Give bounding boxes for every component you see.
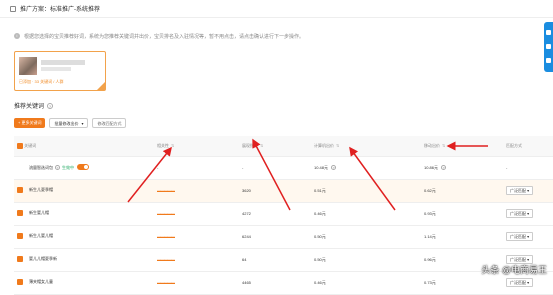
product-card-subtitle: 已添加 · 33 关键词 / 人群 — [19, 79, 63, 85]
smart-package-row: 流量智选词包?生效中 - - 10.48元 ? 10.86元 ? - — [14, 156, 553, 179]
index-cell: 6244 — [239, 225, 311, 248]
mobile-bid-cell[interactable]: 0.93元 — [421, 202, 503, 225]
document-icon — [10, 6, 16, 12]
status-text: 生效中 — [62, 165, 74, 170]
col-pc-bid[interactable]: 计算机出价⇅ — [311, 136, 421, 156]
pc-bid-cell[interactable]: 0.46元 — [311, 202, 421, 225]
product-card[interactable]: 已添加 · 33 关键词 / 人群 — [14, 51, 106, 91]
product-name-blurred — [41, 60, 85, 65]
table-row[interactable]: 新生儿夏季帽 ▬▬▬▬▬ 3620 0.51元 0.62元 广泛匹配 ▾ — [14, 179, 553, 202]
bulk-bid-select-value: 批量修改出价 — [54, 119, 78, 127]
row-checkbox[interactable] — [17, 210, 23, 216]
keyword-text: 新生儿婴儿帽 — [29, 234, 53, 239]
keyword-text: 婴儿儿帽夏季新 — [29, 257, 57, 262]
relevance-stars: ▬▬▬▬▬ — [157, 257, 175, 262]
index-cell: - — [239, 156, 311, 179]
mobile-bid-cell[interactable]: 1.14元 — [421, 225, 503, 248]
sort-icon[interactable]: ⇅ — [442, 143, 445, 148]
col-keyword[interactable]: 关键词 — [14, 136, 154, 156]
index-cell: 3620 — [239, 179, 311, 202]
col-relevance[interactable]: 相关性⇅ — [154, 136, 239, 156]
keyword-text: 薄夹帽女儿童 — [29, 280, 53, 285]
row-checkbox[interactable] — [17, 256, 23, 262]
match-cell: - — [503, 156, 553, 179]
table-row[interactable]: 婴儿儿帽夏季新 ▬▬▬▬▬ 64 0.50元 0.96元 广泛匹配 ▾ — [14, 248, 553, 271]
relevance-stars: ▬▬▬▬▬ — [157, 211, 175, 216]
sort-icon[interactable]: ⇅ — [171, 143, 174, 148]
keyword-text: 新生儿夏季帽 — [29, 188, 53, 193]
smart-package-toggle[interactable] — [77, 164, 89, 170]
relevance-stars: ▬▬▬▬▬ — [157, 234, 175, 239]
pc-bid-cell[interactable]: 0.50元 — [311, 225, 421, 248]
index-cell: 64 — [239, 248, 311, 271]
row-checkbox[interactable] — [17, 233, 23, 239]
pc-bid-cell[interactable]: 0.51元 — [311, 179, 421, 202]
question-icon[interactable]: ? — [55, 165, 60, 170]
side-float-button[interactable] — [544, 22, 553, 72]
mobile-bid-value[interactable]: 10.86元 — [424, 165, 438, 170]
product-thumbnail — [19, 57, 37, 75]
notice-bar: i 根据您选择的宝贝推荐好词，系统为您推荐关键词并出价，宝贝排名及入驻情况等，暂… — [14, 30, 534, 42]
table-row[interactable]: 新生儿婴儿帽 ▬▬▬▬▬ 6244 0.50元 1.14元 广泛匹配 ▾ — [14, 225, 553, 248]
col-mobile-bid[interactable]: 移动出价⇅ — [421, 136, 503, 156]
section-header: 推荐关键词 ? — [14, 101, 53, 110]
info-icon: i — [14, 33, 20, 39]
chevron-down-icon: ▾ — [81, 119, 83, 127]
pc-bid-value[interactable]: 10.48元 — [314, 165, 328, 170]
select-all-checkbox[interactable] — [17, 143, 23, 149]
col-match: 匹配方式 — [503, 136, 553, 156]
page-header: 推广方案：标准推广-系统推荐 — [0, 0, 553, 18]
table-header-row: 关键词 相关性⇅ 展现指数⇅ 计算机出价⇅ 移动出价⇅ 匹配方式 — [14, 136, 553, 156]
pc-bid-cell[interactable]: 0.50元 — [311, 248, 421, 271]
keyword-table: 关键词 相关性⇅ 展现指数⇅ 计算机出价⇅ 移动出价⇅ 匹配方式 流量智选词包?… — [14, 136, 553, 295]
index-cell: 4465 — [239, 271, 311, 294]
product-info-blurred — [41, 67, 71, 71]
relevance-stars: ▬▬▬▬▬ — [157, 280, 175, 285]
smart-package-name: 流量智选词包 — [29, 165, 53, 170]
watermark: 头条 @电商易王 — [481, 263, 547, 276]
mobile-bid-cell[interactable]: 0.62元 — [421, 179, 503, 202]
relevance-cell: - — [154, 156, 239, 179]
notice-text: 根据您选择的宝贝推荐好词，系统为您推荐关键词并出价，宝贝排名及入驻情况等，暂不用… — [24, 33, 304, 40]
selected-corner-icon — [97, 82, 105, 90]
relevance-stars: ▬▬▬▬▬ — [157, 188, 175, 193]
sort-icon[interactable]: ⇅ — [336, 143, 339, 148]
keyword-text: 新生婴儿帽 — [29, 211, 49, 216]
col-index[interactable]: 展现指数⇅ — [239, 136, 311, 156]
question-icon[interactable]: ? — [47, 103, 53, 109]
add-keywords-button[interactable]: + 更多关键词 — [14, 118, 45, 128]
question-icon[interactable]: ? — [441, 165, 446, 170]
toolbar: + 更多关键词 批量修改出价▾ 修改匹配方式 — [14, 118, 126, 128]
table-row[interactable]: 薄夹帽女儿童 ▬▬▬▬▬ 4465 0.46元 0.73元 广泛匹配 ▾ — [14, 271, 553, 294]
chat-icon — [546, 30, 551, 35]
sort-icon[interactable]: ⇅ — [260, 143, 263, 148]
feedback-icon — [546, 58, 551, 63]
row-checkbox[interactable] — [17, 187, 23, 193]
match-select[interactable]: 广泛匹配 ▾ — [506, 232, 533, 241]
match-mode-button[interactable]: 修改匹配方式 — [92, 118, 126, 128]
row-checkbox[interactable] — [17, 279, 23, 285]
help-icon — [546, 44, 551, 49]
bulk-bid-select[interactable]: 批量修改出价▾ — [49, 118, 88, 128]
index-cell: 4272 — [239, 202, 311, 225]
section-title: 推荐关键词 — [14, 101, 44, 110]
page-title: 推广方案：标准推广-系统推荐 — [20, 4, 100, 13]
pc-bid-cell[interactable]: 0.46元 — [311, 271, 421, 294]
table-row[interactable]: 新生婴儿帽 ▬▬▬▬▬ 4272 0.46元 0.93元 广泛匹配 ▾ — [14, 202, 553, 225]
match-select[interactable]: 广泛匹配 ▾ — [506, 186, 533, 195]
match-select[interactable]: 广泛匹配 ▾ — [506, 278, 533, 287]
question-icon[interactable]: ? — [331, 165, 336, 170]
match-select[interactable]: 广泛匹配 ▾ — [506, 209, 533, 218]
